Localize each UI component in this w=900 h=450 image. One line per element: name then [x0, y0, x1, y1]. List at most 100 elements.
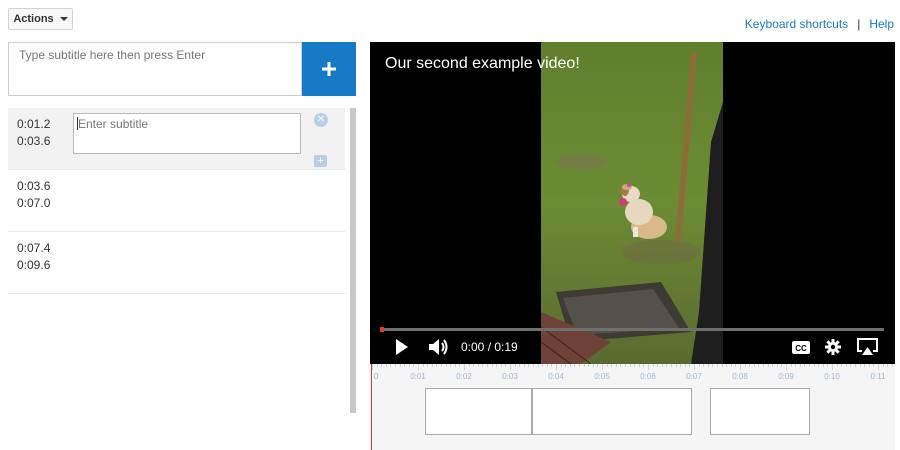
- start-time[interactable]: 0:07.4: [17, 240, 50, 257]
- video-frame-image: [541, 42, 723, 364]
- timeline-tick-label: 0:10: [824, 372, 840, 381]
- timeline-minor-tick: [836, 364, 838, 367]
- timeline-minor-tick: [606, 364, 608, 367]
- timeline-minor-tick: [381, 364, 383, 367]
- timeline-minor-tick: [707, 364, 709, 367]
- play-icon[interactable]: [396, 339, 408, 355]
- timeline-minor-tick: [528, 364, 530, 367]
- timeline-segment[interactable]: [425, 388, 532, 435]
- settings-gear-icon[interactable]: [825, 339, 841, 355]
- timeline-minor-tick: [776, 364, 778, 367]
- top-links: Keyboard shortcuts | Help: [745, 17, 894, 31]
- timeline-minor-tick: [657, 364, 659, 367]
- airplay-icon[interactable]: [857, 338, 878, 356]
- timeline-minor-tick: [841, 364, 843, 367]
- delete-subtitle-icon[interactable]: ✕: [314, 113, 328, 127]
- timeline-minor-tick: [546, 364, 548, 367]
- timeline-tick-label: 0:09: [778, 372, 794, 381]
- subtitle-row[interactable]: 0:07.4 0:09.6: [8, 232, 345, 294]
- timeline-minor-tick: [845, 364, 847, 367]
- list-scrollbar[interactable]: [350, 108, 356, 413]
- timeline-minor-tick: [675, 364, 677, 367]
- start-time[interactable]: 0:01.2: [17, 116, 50, 133]
- keyboard-shortcuts-link[interactable]: Keyboard shortcuts: [745, 17, 848, 31]
- timeline-minor-tick: [684, 364, 686, 367]
- subtitle-timeline[interactable]: 0 0:01 0:02 0:03 0:04 0:05 0:06 0:07 0:08 0:09 0:1…: [370, 364, 895, 450]
- timeline-segment[interactable]: [710, 388, 810, 435]
- timeline-segment[interactable]: [532, 388, 692, 435]
- timeline-minor-tick: [404, 364, 406, 367]
- timeline-minor-tick: [703, 364, 705, 367]
- timeline-playhead[interactable]: [371, 364, 372, 450]
- timeline-minor-tick: [422, 364, 424, 367]
- progress-bar[interactable]: [380, 327, 884, 332]
- timeline-minor-tick: [620, 364, 622, 367]
- timeline-minor-tick: [588, 364, 590, 367]
- new-subtitle-placeholder: Type subtitle here then press Enter: [19, 48, 206, 62]
- timeline-major-tick: [602, 364, 603, 370]
- timeline-minor-tick: [758, 364, 760, 367]
- end-time[interactable]: 0:07.0: [17, 195, 50, 212]
- timeline-minor-tick: [551, 364, 553, 367]
- timeline-minor-tick: [427, 364, 429, 367]
- timeline-minor-tick: [491, 364, 493, 367]
- timeline-minor-tick: [560, 364, 562, 367]
- end-time[interactable]: 0:09.6: [17, 257, 50, 274]
- timeline-minor-tick: [671, 364, 672, 367]
- timeline-minor-tick: [855, 364, 856, 367]
- actions-dropdown[interactable]: Actions: [8, 8, 73, 30]
- caret-down-icon: [59, 17, 68, 21]
- timeline-minor-tick: [454, 364, 456, 367]
- timeline-minor-tick: [753, 364, 755, 367]
- timeline-minor-tick: [772, 364, 774, 367]
- timeline-major-tick: [648, 364, 649, 370]
- timeline-minor-tick: [482, 364, 484, 367]
- video-frame: [541, 42, 723, 364]
- timeline-minor-tick: [459, 364, 461, 367]
- timeline-minor-tick: [850, 364, 852, 367]
- timeline-minor-tick: [376, 364, 378, 367]
- timeline-minor-tick: [477, 364, 479, 367]
- timeline-minor-tick: [450, 364, 452, 367]
- timeline-minor-tick: [712, 364, 714, 367]
- timeline-minor-tick: [873, 364, 875, 367]
- timeline-minor-tick: [868, 364, 870, 367]
- timeline-minor-tick: [399, 364, 401, 367]
- timeline-tick-label: 0:11: [870, 372, 886, 381]
- progress-scrubber[interactable]: [380, 327, 384, 332]
- timeline-minor-tick: [473, 364, 475, 367]
- actions-label: Actions: [13, 13, 54, 25]
- subtitle-text-input[interactable]: Enter subtitle: [73, 113, 301, 154]
- timeline-major-tick: [694, 364, 695, 370]
- timeline-minor-tick: [519, 364, 521, 367]
- svg-text:CC: CC: [795, 344, 807, 353]
- timeline-minor-tick: [661, 364, 663, 367]
- captions-icon[interactable]: CC: [792, 341, 810, 354]
- subtitle-times: 0:01.2 0:03.6: [17, 116, 50, 150]
- timeline-minor-tick: [445, 364, 447, 367]
- timeline-minor-tick: [882, 364, 884, 367]
- timeline-minor-tick: [385, 364, 387, 367]
- help-link[interactable]: Help: [869, 17, 894, 31]
- timeline-minor-tick: [408, 364, 410, 367]
- insert-subtitle-icon[interactable]: +: [314, 155, 327, 167]
- timeline-minor-tick: [574, 364, 576, 367]
- new-subtitle-input[interactable]: Type subtitle here then press Enter: [8, 42, 302, 96]
- volume-icon[interactable]: [429, 339, 449, 355]
- subtitle-row[interactable]: 0:01.2 0:03.6 Enter subtitle ✕ +: [8, 108, 345, 170]
- timeline-minor-tick: [767, 364, 769, 367]
- add-subtitle-button[interactable]: [302, 42, 356, 96]
- video-player[interactable]: Our second example video! 0:00 / 0:19 CC: [370, 42, 895, 364]
- timeline-minor-tick: [891, 364, 893, 367]
- timeline-minor-tick: [735, 364, 737, 367]
- timeline-minor-tick: [804, 364, 806, 367]
- timeline-major-tick: [786, 364, 787, 370]
- start-time[interactable]: 0:03.6: [17, 178, 50, 195]
- end-time[interactable]: 0:03.6: [17, 133, 50, 150]
- timeline-minor-tick: [500, 364, 502, 367]
- subtitle-placeholder: Enter subtitle: [78, 117, 149, 131]
- timeline-minor-tick: [822, 364, 824, 367]
- timeline-minor-tick: [395, 364, 396, 367]
- timeline-minor-tick: [615, 364, 617, 367]
- subtitle-row[interactable]: 0:03.6 0:07.0: [8, 170, 345, 232]
